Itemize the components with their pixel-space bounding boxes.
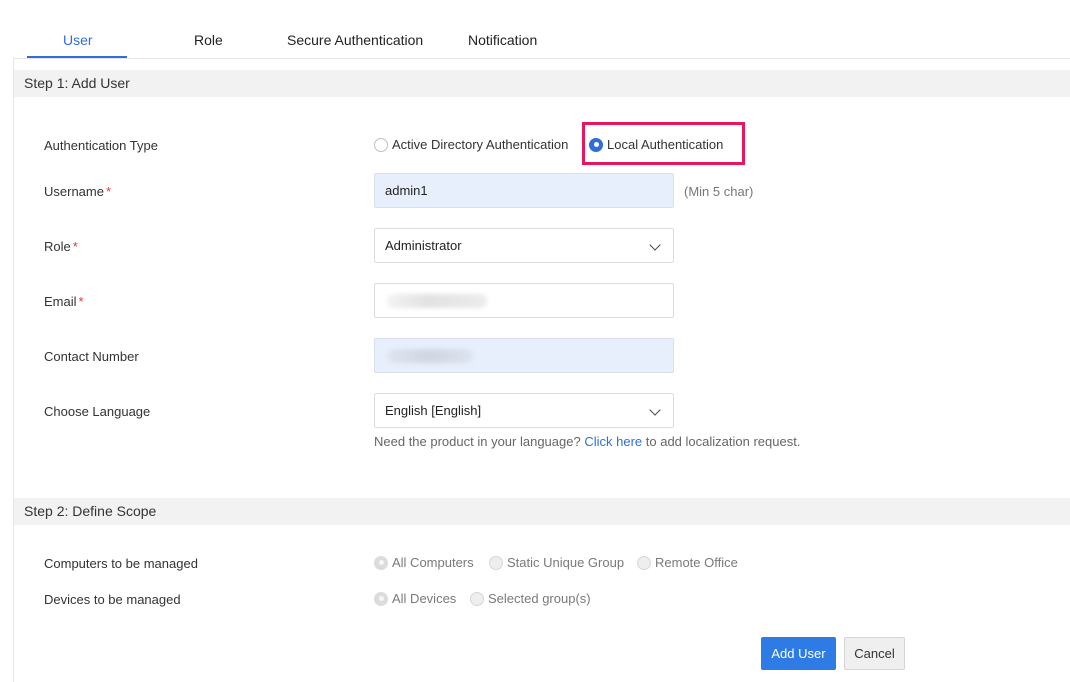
localization-request-link[interactable]: Click here bbox=[584, 434, 642, 449]
tab-bar: User Role Secure Authentication Notifica… bbox=[13, 0, 1070, 59]
contact-number-label: Contact Number bbox=[44, 349, 139, 364]
role-select[interactable]: Administrator bbox=[374, 228, 674, 263]
radio-label: Active Directory Authentication bbox=[392, 137, 569, 152]
radio-unchecked-icon[interactable] bbox=[489, 555, 503, 570]
email-input[interactable] bbox=[374, 283, 674, 318]
tab-notification[interactable]: Notification bbox=[468, 32, 537, 48]
contact-number-input[interactable] bbox=[374, 338, 674, 373]
auth-type-label: Authentication Type bbox=[44, 138, 158, 153]
radio-unchecked-icon[interactable] bbox=[470, 591, 484, 606]
required-mark: * bbox=[78, 294, 84, 309]
chevron-down-icon bbox=[649, 404, 661, 416]
radio-checked-icon[interactable] bbox=[374, 555, 388, 570]
language-label: Choose Language bbox=[44, 404, 151, 419]
role-select-value: Administrator bbox=[385, 238, 462, 253]
radio-remote-office[interactable]: Remote Office bbox=[637, 555, 738, 570]
radio-selected-groups[interactable]: Selected group(s) bbox=[470, 591, 591, 606]
username-label: Username * bbox=[44, 184, 112, 199]
chevron-down-icon bbox=[649, 239, 661, 251]
username-input[interactable]: admin1 bbox=[374, 173, 674, 208]
required-mark: * bbox=[72, 239, 78, 254]
highlight-box bbox=[582, 122, 745, 165]
radio-active-directory[interactable]: Active Directory Authentication bbox=[374, 137, 568, 152]
step1-header: Step 1: Add User bbox=[14, 70, 1070, 97]
redacted-email bbox=[387, 294, 487, 308]
radio-all-computers[interactable]: All Computers bbox=[374, 555, 474, 570]
radio-static-unique-group[interactable]: Static Unique Group bbox=[489, 555, 624, 570]
language-select-value: English [English] bbox=[385, 403, 482, 418]
tab-secure-authentication[interactable]: Secure Authentication bbox=[287, 32, 423, 48]
add-user-button[interactable]: Add User bbox=[761, 637, 836, 670]
radio-unchecked-icon[interactable] bbox=[637, 555, 651, 570]
email-label: Email * bbox=[44, 294, 84, 309]
radio-unchecked-icon[interactable] bbox=[374, 137, 388, 152]
computers-managed-label: Computers to be managed bbox=[44, 556, 198, 571]
tab-user[interactable]: User bbox=[63, 32, 93, 48]
required-mark: * bbox=[105, 184, 112, 199]
tab-role[interactable]: Role bbox=[194, 32, 223, 48]
radio-all-devices[interactable]: All Devices bbox=[374, 591, 456, 606]
localization-note: Need the product in your language? Click… bbox=[374, 434, 801, 449]
radio-checked-icon[interactable] bbox=[374, 591, 388, 606]
add-user-form: Step 1: Add User Authentication Type Act… bbox=[13, 59, 1070, 682]
redacted-contact bbox=[387, 349, 473, 363]
username-hint: (Min 5 char) bbox=[684, 184, 754, 199]
step2-header: Step 2: Define Scope bbox=[14, 498, 1070, 525]
role-label: Role * bbox=[44, 239, 78, 254]
cancel-button[interactable]: Cancel bbox=[844, 637, 905, 670]
devices-managed-label: Devices to be managed bbox=[44, 592, 181, 607]
active-tab-indicator bbox=[27, 56, 127, 58]
language-select[interactable]: English [English] bbox=[374, 393, 674, 428]
